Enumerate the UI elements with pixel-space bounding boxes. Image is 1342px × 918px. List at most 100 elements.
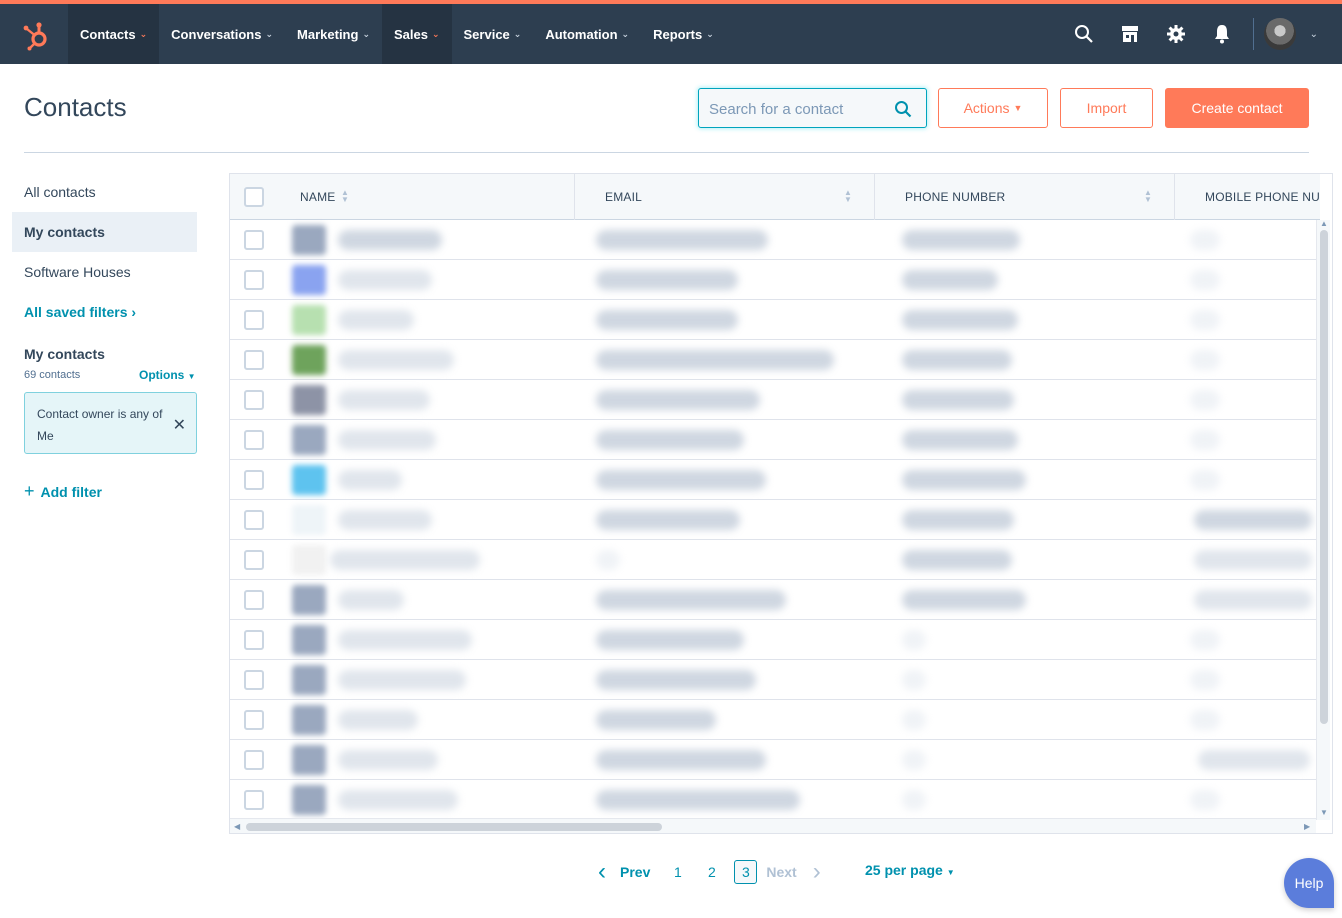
nav-item-reports[interactable]: Reports ⌄	[641, 4, 726, 64]
column-separator[interactable]	[874, 174, 875, 220]
contact-name[interactable]	[338, 310, 414, 330]
prev-page-button[interactable]: Prev	[620, 864, 650, 880]
contact-name[interactable]	[338, 750, 438, 770]
search-icon[interactable]	[894, 100, 912, 123]
table-row[interactable]	[230, 500, 1316, 540]
filter-chip[interactable]: Contact owner is any of Me ✕	[24, 392, 197, 454]
column-header-phone-number[interactable]: PHONE NUMBER	[905, 174, 1005, 220]
table-row[interactable]	[230, 220, 1316, 260]
table-row[interactable]	[230, 620, 1316, 660]
horizontal-scrollbar-thumb[interactable]	[246, 823, 662, 831]
nav-item-marketing[interactable]: Marketing ⌄	[285, 4, 382, 64]
nav-item-automation[interactable]: Automation ⌄	[533, 4, 641, 64]
table-row[interactable]	[230, 700, 1316, 740]
contact-search-input[interactable]	[709, 98, 884, 120]
create-contact-button[interactable]: Create contact	[1165, 88, 1309, 128]
per-page-dropdown[interactable]: 25 per page ▼	[865, 862, 955, 878]
help-button[interactable]: Help	[1284, 858, 1334, 908]
row-checkbox[interactable]	[244, 310, 264, 330]
contact-name[interactable]	[338, 710, 418, 730]
hubspot-logo-icon[interactable]	[20, 20, 52, 52]
contact-name[interactable]	[338, 790, 458, 810]
select-all-checkbox[interactable]	[244, 187, 264, 207]
row-checkbox[interactable]	[244, 630, 264, 650]
table-row[interactable]	[230, 540, 1316, 580]
sidebar-item-all-contacts[interactable]: All contacts	[12, 172, 197, 212]
table-row[interactable]	[230, 740, 1316, 780]
vertical-scrollbar-thumb[interactable]	[1320, 230, 1328, 724]
current-page-number[interactable]: 3	[734, 860, 758, 884]
column-separator[interactable]	[574, 174, 575, 220]
close-icon[interactable]: ✕	[173, 415, 186, 435]
row-checkbox[interactable]	[244, 710, 264, 730]
nav-item-sales[interactable]: Sales ⌄	[381, 4, 452, 64]
row-checkbox[interactable]	[244, 670, 264, 690]
search-icon[interactable]	[1061, 4, 1107, 64]
column-header-mobile-phone[interactable]: MOBILE PHONE NU	[1205, 174, 1320, 220]
contact-name[interactable]	[338, 350, 454, 370]
table-row[interactable]	[230, 420, 1316, 460]
scroll-up-arrow-icon[interactable]: ▲	[1320, 219, 1328, 228]
contact-name[interactable]	[338, 590, 404, 610]
contact-name[interactable]	[338, 470, 402, 490]
column-header-email[interactable]: EMAIL	[605, 174, 642, 220]
row-checkbox[interactable]	[244, 590, 264, 610]
scroll-right-arrow-icon[interactable]: ▶	[1304, 822, 1310, 831]
nav-item-service[interactable]: Service ⌄	[452, 4, 534, 64]
marketplace-icon[interactable]	[1107, 4, 1153, 64]
nav-item-contacts[interactable]: Contacts ⌄	[68, 4, 160, 64]
contact-name[interactable]	[330, 550, 480, 570]
contact-name[interactable]	[338, 230, 442, 250]
contact-name[interactable]	[338, 390, 430, 410]
row-checkbox[interactable]	[244, 470, 264, 490]
sidebar-item-software-houses[interactable]: Software Houses	[12, 252, 197, 292]
notifications-bell-icon[interactable]	[1199, 4, 1245, 64]
row-checkbox[interactable]	[244, 350, 264, 370]
table-row[interactable]	[230, 660, 1316, 700]
table-row[interactable]	[230, 780, 1316, 820]
table-row[interactable]	[230, 580, 1316, 620]
table-row[interactable]	[230, 460, 1316, 500]
row-checkbox[interactable]	[244, 270, 264, 290]
actions-dropdown-button[interactable]: Actions ▼	[938, 88, 1048, 128]
contact-name[interactable]	[338, 270, 432, 290]
view-options-dropdown[interactable]: Options ▼	[139, 368, 196, 382]
column-header-name[interactable]: NAME	[300, 174, 335, 220]
scroll-down-arrow-icon[interactable]: ▼	[1320, 808, 1328, 817]
row-checkbox[interactable]	[244, 430, 264, 450]
contact-name[interactable]	[338, 430, 436, 450]
next-page-button[interactable]: Next	[766, 864, 796, 880]
scroll-left-arrow-icon[interactable]: ◀	[234, 822, 240, 831]
row-checkbox[interactable]	[244, 510, 264, 530]
table-row[interactable]	[230, 340, 1316, 380]
table-row[interactable]	[230, 380, 1316, 420]
page-number-button[interactable]: 1	[666, 860, 689, 884]
chevron-right-icon[interactable]: ›	[813, 860, 821, 884]
table-row[interactable]	[230, 260, 1316, 300]
sort-icon[interactable]: ▲ ▼	[341, 189, 349, 204]
contact-name[interactable]	[338, 670, 466, 690]
chevron-left-icon[interactable]: ‹	[598, 860, 606, 884]
table-row[interactable]	[230, 300, 1316, 340]
column-separator[interactable]	[1174, 174, 1175, 220]
sort-icon[interactable]: ▲ ▼	[1144, 189, 1152, 204]
sort-icon[interactable]: ▲ ▼	[844, 189, 852, 204]
row-checkbox[interactable]	[244, 750, 264, 770]
user-avatar[interactable]	[1263, 18, 1296, 50]
vertical-scrollbar[interactable]: ▲ ▼	[1316, 219, 1330, 820]
import-button[interactable]: Import	[1060, 88, 1153, 128]
contact-name[interactable]	[338, 510, 432, 530]
sidebar-item-my-contacts[interactable]: My contacts	[12, 212, 197, 252]
all-saved-filters-link[interactable]: All saved filters ›	[24, 304, 136, 320]
row-checkbox[interactable]	[244, 790, 264, 810]
nav-item-conversations[interactable]: Conversations ⌄	[159, 4, 285, 64]
horizontal-scrollbar[interactable]: ◀ ▶	[230, 818, 1316, 833]
row-checkbox[interactable]	[244, 230, 264, 250]
page-number-button[interactable]: 2	[700, 860, 723, 884]
row-checkbox[interactable]	[244, 390, 264, 410]
chevron-down-icon[interactable]: ⌄	[1310, 29, 1318, 40]
settings-gear-icon[interactable]	[1153, 4, 1199, 64]
contact-name[interactable]	[338, 630, 472, 650]
row-checkbox[interactable]	[244, 550, 264, 570]
add-filter-button[interactable]: + Add filter	[24, 481, 102, 502]
